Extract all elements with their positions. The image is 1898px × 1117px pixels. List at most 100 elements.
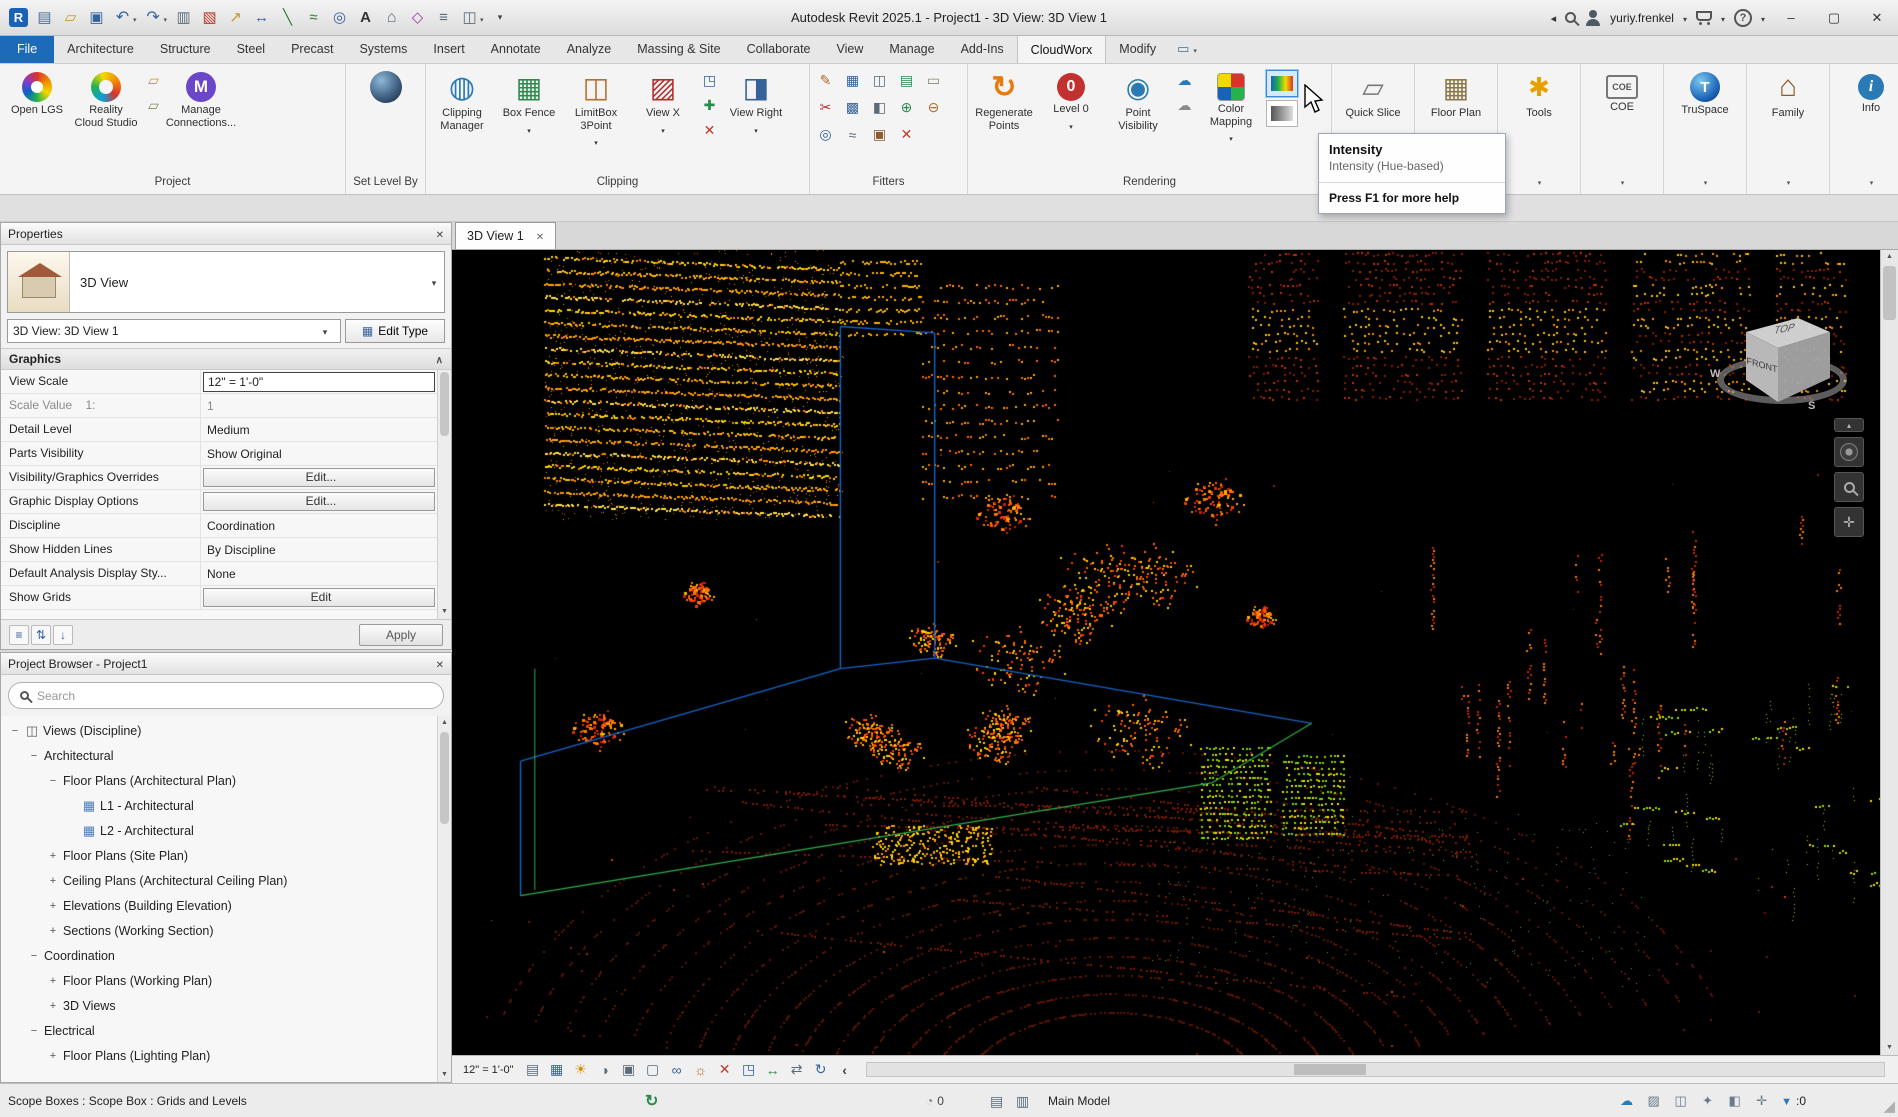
ribbon-tab[interactable]: Steel — [224, 35, 279, 63]
tree-item[interactable]: − Architectural — [1, 743, 451, 768]
tree-item[interactable]: + Ceiling Plans (Architectural Ceiling P… — [1, 868, 451, 893]
tree-toggle[interactable]: − — [7, 725, 23, 737]
cloud-settings-icon[interactable]: ☁ — [1173, 94, 1196, 117]
ribbon-display-toggle[interactable] — [1169, 35, 1205, 63]
select-links-icon[interactable]: ▨ — [1642, 1089, 1665, 1112]
ribbon-tab[interactable]: Structure — [147, 35, 224, 63]
fitter-target-icon[interactable]: ◎ — [814, 123, 837, 146]
property-value[interactable]: Medium — [201, 418, 451, 441]
panel-label-clipping[interactable]: Clipping — [426, 170, 809, 194]
editing-requests[interactable]: 0 — [926, 1094, 944, 1108]
fitter-fill-icon[interactable]: ▣ — [868, 123, 891, 146]
clip-remove-icon[interactable]: ✕ — [698, 119, 721, 142]
shadows-icon[interactable]: ◑ — [594, 1059, 616, 1081]
redo-icon[interactable]: ↷ — [141, 5, 171, 31]
ribbon-button[interactable]: TruSpace — [1668, 67, 1742, 119]
tree-item[interactable]: + Floor Plans (Site Plan) — [1, 843, 451, 868]
file-menu-icon[interactable]: ▤ — [32, 5, 57, 31]
ribbon-button[interactable]: Box Fence — [497, 67, 561, 138]
fitter-panel-icon[interactable]: ◫ — [868, 69, 891, 92]
selection-combo[interactable]: 3D View: 3D View 1 — [7, 319, 341, 343]
select-pinned-icon[interactable]: ✦ — [1696, 1089, 1719, 1112]
ribbon-button[interactable]: View X — [631, 67, 695, 138]
ribbon-button[interactable]: Clipping Manager — [430, 67, 494, 134]
ribbon-tab[interactable]: Modify — [1106, 35, 1169, 63]
tree-item[interactable]: − Views (Discipline) — [1, 718, 451, 743]
drag-on-selection-icon[interactable]: ✛ — [1750, 1089, 1773, 1112]
navbar-collapse-icon[interactable] — [1834, 418, 1864, 432]
tree-item[interactable]: L2 - Architectural — [1, 818, 451, 843]
ribbon-tab[interactable]: Architecture — [54, 35, 147, 63]
open-folder-icon[interactable]: ▱ — [142, 69, 165, 92]
ribbon-button[interactable]: Info — [1834, 67, 1898, 117]
ribbon-tab[interactable]: Systems — [346, 35, 420, 63]
search-input[interactable] — [37, 689, 432, 703]
ribbon-button[interactable]: Open LGS — [4, 67, 70, 119]
tree-item[interactable]: − Floor Plans (Architectural Plan) — [1, 768, 451, 793]
close-view-tab-icon[interactable] — [536, 229, 544, 243]
tree-toggle[interactable]: + — [45, 875, 61, 887]
search-icon[interactable] — [1565, 12, 1576, 23]
panel-expand-icon[interactable] — [1538, 176, 1542, 188]
qat-customize-icon[interactable]: ▾ — [488, 5, 513, 31]
ribbon-button[interactable]: Regenerate Points — [972, 67, 1036, 134]
ribbon-button[interactable]: Color Mapping — [1199, 67, 1263, 146]
filter-icon[interactable] — [1781, 1094, 1792, 1108]
tree-toggle[interactable]: + — [45, 1000, 61, 1012]
thin-lines-icon[interactable]: ≡ — [431, 5, 456, 31]
dimension-icon[interactable]: ↔ — [249, 5, 274, 31]
line-icon[interactable]: ╲ — [275, 5, 300, 31]
panel-expand-icon[interactable] — [1787, 176, 1791, 188]
property-value[interactable]: None — [201, 562, 451, 585]
maximize-button[interactable]: ▢ — [1817, 4, 1851, 32]
ribbon-button[interactable]: Point Visibility — [1106, 67, 1170, 134]
fitter-delete-icon[interactable]: ✕ — [895, 123, 918, 146]
tree-item[interactable]: + Sections (Working Section) — [1, 918, 451, 943]
ribbon-button[interactable]: Level 0 — [1039, 67, 1103, 134]
save-icon[interactable]: ▣ — [84, 5, 109, 31]
type-selector-chevron-icon[interactable] — [424, 273, 444, 291]
ribbon-button[interactable]: Reality Cloud Studio — [73, 67, 139, 131]
intensity-colormap-icon[interactable] — [1266, 70, 1298, 97]
view-scale-button[interactable]: 12" = 1'-0" — [457, 1059, 520, 1081]
tree-item[interactable]: + 3D Views — [1, 993, 451, 1018]
compass-south-label[interactable]: S — [1808, 400, 1815, 412]
horizontal-scrollbar[interactable] — [866, 1062, 1885, 1077]
tree-toggle[interactable]: + — [45, 925, 61, 937]
link-views-icon[interactable]: ↔ — [762, 1059, 784, 1081]
expand-all-icon[interactable]: ↓ — [53, 625, 73, 645]
fitter-subtract-icon[interactable]: ⊖ — [922, 96, 945, 119]
ribbon-button[interactable]: LimitBox 3Point — [564, 67, 628, 150]
steering-wheel-icon[interactable] — [1834, 437, 1864, 467]
select-by-face-icon[interactable]: ◧ — [1723, 1089, 1746, 1112]
ribbon-tab[interactable]: Massing & Site — [624, 35, 733, 63]
user-menu-chevron-icon[interactable] — [1683, 9, 1687, 27]
fitter-half-icon[interactable]: ◧ — [868, 96, 891, 119]
help-icon[interactable] — [1734, 9, 1752, 27]
show-crop-icon[interactable]: ▢ — [642, 1059, 664, 1081]
property-value[interactable]: By Discipline — [201, 538, 451, 561]
scrollbar-thumb[interactable] — [1294, 1064, 1366, 1075]
ribbon-button[interactable]: COE — [1585, 67, 1659, 116]
scrollbar-thumb[interactable] — [440, 732, 449, 824]
ribbon-tab[interactable]: Precast — [278, 35, 346, 63]
ribbon-button[interactable]: Tools — [1502, 67, 1576, 122]
ribbon-tab[interactable]: Manage — [876, 35, 947, 63]
tree-toggle[interactable]: − — [26, 750, 42, 762]
panel-expand-icon[interactable] — [1704, 176, 1708, 188]
tree-item[interactable]: + Floor Plans (Lighting Plan) — [1, 1043, 451, 1068]
tree-toggle[interactable]: − — [45, 775, 61, 787]
ribbon-tab[interactable]: Insert — [420, 35, 477, 63]
panel-label-set-level-by[interactable]: Set Level By — [346, 170, 425, 194]
undo-icon[interactable]: ↶ — [110, 5, 140, 31]
detail-level-icon[interactable]: ▤ — [522, 1059, 544, 1081]
close-browser-icon[interactable] — [436, 657, 444, 671]
panel-label-project[interactable]: Project — [0, 170, 345, 194]
tree-toggle[interactable]: + — [45, 900, 61, 912]
sheet-icon[interactable]: ▧ — [197, 5, 222, 31]
fitter-cut-icon[interactable]: ✂ — [814, 96, 837, 119]
cloud-refresh-icon[interactable]: ☁ — [1173, 69, 1196, 92]
view-cube[interactable]: TOP FRONT W S — [1720, 302, 1844, 432]
clip-add-icon[interactable]: ✚ — [698, 94, 721, 117]
tree-toggle[interactable]: + — [45, 850, 61, 862]
